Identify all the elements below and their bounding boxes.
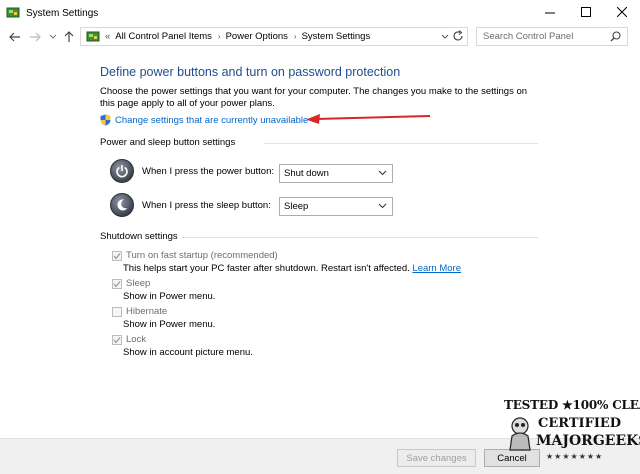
sleep-button-row: When I press the sleep button: — [110, 193, 271, 217]
address-dropdown-button[interactable] — [441, 30, 449, 45]
power-button-icon — [110, 159, 134, 183]
moon-icon — [117, 199, 128, 211]
lock-label: Lock — [126, 334, 147, 345]
hibernate-item: Hibernate Show in Power menu. — [112, 306, 215, 330]
maximize-icon — [581, 7, 591, 17]
page-title: Define power buttons and turn on passwor… — [100, 65, 401, 79]
fast-startup-checkbox[interactable] — [112, 250, 122, 261]
lock-description: Show in account picture menu. — [123, 347, 253, 358]
chevron-down-icon — [441, 34, 449, 39]
chevron-down-icon — [49, 34, 57, 39]
hibernate-label: Hibernate — [126, 306, 168, 317]
maximize-button[interactable] — [568, 0, 604, 24]
hibernate-description: Show in Power menu. — [123, 319, 216, 330]
lock-checkbox[interactable] — [112, 334, 122, 345]
refresh-icon — [453, 30, 463, 41]
majorgeeks-watermark: TESTED ★100% CLEAN CERTIFIED MAJORGEEKS … — [500, 396, 640, 474]
control-panel-icon — [6, 7, 20, 18]
change-settings-link[interactable]: Change settings that are currently unava… — [100, 114, 308, 126]
lock-item: Lock Show in account picture menu. — [112, 334, 253, 358]
watermark-stars: ★★★★★★★ — [546, 452, 604, 461]
learn-more-link[interactable]: Learn More — [412, 263, 461, 274]
breadcrumb-separator-icon[interactable]: › — [294, 32, 297, 41]
search-placeholder: Search Control Panel — [483, 31, 574, 42]
up-button[interactable] — [60, 28, 78, 46]
breadcrumb-overflow[interactable]: « — [105, 31, 110, 42]
power-symbol-icon — [116, 165, 128, 178]
power-button-value: Shut down — [284, 168, 329, 179]
minimize-button[interactable] — [532, 0, 568, 24]
section-divider — [182, 237, 538, 238]
up-arrow-icon — [64, 31, 74, 42]
address-field[interactable]: « All Control Panel Items › Power Option… — [80, 27, 468, 46]
chevron-down-icon — [378, 170, 387, 176]
sleep-label: Sleep — [126, 278, 151, 289]
sleep-button-value: Sleep — [284, 201, 309, 212]
checkmark-icon — [113, 280, 121, 288]
sleep-checkbox[interactable] — [112, 278, 122, 289]
breadcrumb-power-options[interactable]: Power Options — [226, 31, 288, 42]
fast-startup-description: This helps start your PC faster after sh… — [123, 263, 461, 274]
power-button-row: When I press the power button: — [110, 159, 274, 183]
uac-shield-icon — [100, 114, 111, 126]
refresh-button[interactable] — [452, 30, 464, 45]
watermark-brand-text: MAJORGEEKS — [536, 433, 640, 449]
breadcrumb-all-control-panel-items[interactable]: All Control Panel Items — [115, 31, 212, 42]
sleep-button-icon — [110, 193, 134, 217]
checkmark-icon — [113, 336, 121, 344]
power-button-select[interactable]: Shut down — [279, 164, 393, 183]
back-arrow-icon — [9, 32, 20, 42]
hibernate-checkbox[interactable] — [112, 306, 122, 317]
watermark-certified-text: CERTIFIED — [538, 416, 622, 431]
search-input[interactable]: Search Control Panel — [476, 27, 628, 46]
breadcrumb-system-settings[interactable]: System Settings — [302, 31, 371, 42]
forward-arrow-icon — [30, 32, 41, 42]
power-button-label: When I press the power button: — [142, 165, 275, 177]
main-content: Define power buttons and turn on passwor… — [0, 48, 640, 438]
shutdown-section-title: Shutdown settings — [100, 231, 178, 242]
sleep-button-label: When I press the sleep button: — [142, 199, 271, 211]
forward-button[interactable] — [26, 28, 44, 46]
fast-startup-label: Turn on fast startup (recommended) — [126, 250, 278, 261]
checkmark-icon — [113, 252, 121, 260]
section-divider — [264, 143, 538, 144]
window-title: System Settings — [26, 7, 99, 19]
save-changes-button[interactable]: Save changes — [397, 449, 476, 467]
watermark-tested-text: TESTED ★100% CLEAN — [504, 398, 640, 412]
sleep-button-select[interactable]: Sleep — [279, 197, 393, 216]
fast-startup-desc-text: This helps start your PC faster after sh… — [123, 263, 413, 274]
page-description: Choose the power settings that you want … — [100, 86, 528, 109]
title-bar: System Settings — [0, 0, 640, 26]
close-icon — [617, 7, 627, 17]
chevron-down-icon — [378, 203, 387, 209]
back-button[interactable] — [6, 28, 24, 46]
search-icon[interactable] — [610, 31, 621, 42]
minimize-icon — [545, 12, 555, 14]
fast-startup-item: Turn on fast startup (recommended) This … — [112, 250, 461, 274]
power-section-title: Power and sleep button settings — [100, 137, 236, 148]
control-panel-icon — [86, 31, 100, 41]
sleep-item: Sleep Show in Power menu. — [112, 278, 215, 302]
breadcrumb-separator-icon[interactable]: › — [218, 32, 221, 41]
change-settings-link-label[interactable]: Change settings that are currently unava… — [115, 115, 308, 126]
geek-mascot-icon — [509, 417, 531, 451]
sleep-description: Show in Power menu. — [123, 291, 216, 302]
red-arrow-annotation — [306, 114, 431, 124]
close-button[interactable] — [604, 0, 640, 24]
